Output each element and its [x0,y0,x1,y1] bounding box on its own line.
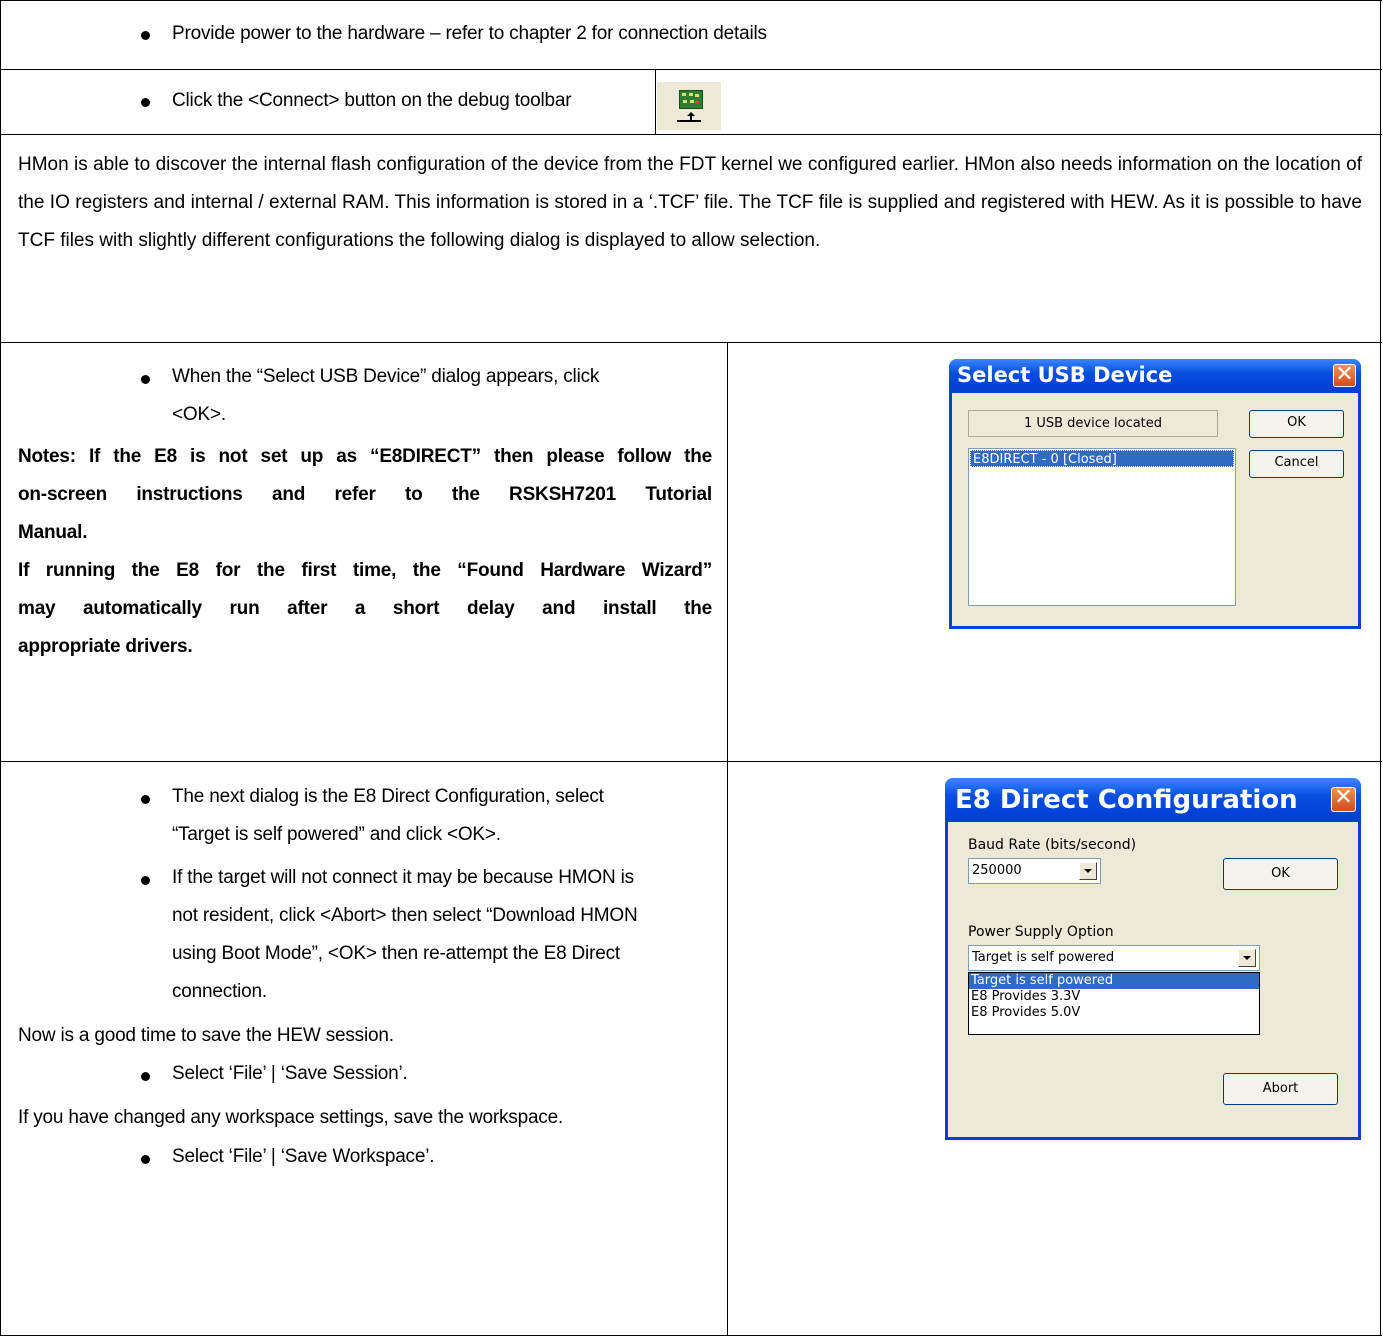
bullet [141,1072,150,1081]
connect-instruction: Click the <Connect> button on the debug … [172,90,572,111]
abort-step-line-4: connection. [172,981,267,1002]
save-session-text: Now is a good time to save the HEW sessi… [18,1025,394,1046]
chevron-down-icon[interactable] [1079,862,1097,880]
column-divider [727,342,728,1335]
arrow-up-icon [677,112,701,122]
bullet [141,98,150,107]
row-divider [1,69,1382,70]
close-icon: ✕ [1335,362,1354,387]
close-button[interactable]: ✕ [1333,362,1356,387]
power-supply-value: Target is self powered [972,950,1115,965]
option-item[interactable]: Target is self powered [969,973,1259,989]
abort-step-line-2: not resident, click <Abort> then select … [172,905,638,926]
note-line-4: If running the E8 for the first time, th… [18,560,712,581]
ok-button[interactable]: OK [1249,410,1344,438]
table-border-top [1,0,1382,1]
dialog-titlebar: Select USB Device ✕ [949,359,1361,393]
config-step-line-2: “Target is self powered” and click <OK>. [172,824,501,845]
power-supply-options[interactable]: Target is self powered E8 Provides 3.3V … [968,972,1260,1035]
usb-step-line-2: <OK>. [172,404,226,425]
dialog-title: E8 Direct Configuration [955,785,1298,815]
baud-rate-select[interactable]: 250000 [968,858,1101,884]
circuit-board-icon [679,90,703,109]
option-item[interactable]: E8 Provides 3.3V [969,989,1259,1005]
option-item[interactable]: E8 Provides 5.0V [969,1005,1259,1021]
select-usb-device-dialog: Select USB Device ✕ 1 USB device located… [949,359,1361,629]
dialog-title: Select USB Device [957,363,1173,387]
abort-button[interactable]: Abort [1223,1073,1338,1105]
save-workspace-step: Select ‘File’ | ‘Save Workspace’. [172,1146,435,1167]
config-step-line-1: The next dialog is the E8 Direct Configu… [172,786,604,807]
usb-step-line-1: When the “Select USB Device” dialog appe… [172,366,600,387]
bullet [141,375,150,384]
hmon-paragraph: HMon is able to discover the internal fl… [18,154,1362,251]
row-divider [1,134,1382,135]
ok-button[interactable]: OK [1223,858,1338,890]
note-line-1: Notes: If the E8 is not set up as “E8DIR… [18,446,712,467]
bullet [141,1155,150,1164]
cancel-button[interactable]: Cancel [1249,450,1344,478]
bullet [141,31,150,40]
usb-device-list[interactable]: E8DIRECT - 0 [Closed] [968,448,1236,606]
bullet [141,795,150,804]
baud-rate-value: 250000 [972,863,1022,878]
close-icon: ✕ [1334,785,1353,810]
power-supply-select[interactable]: Target is self powered [968,945,1260,971]
connect-board-icon[interactable] [656,81,721,130]
baud-rate-label: Baud Rate (bits/second) [968,837,1137,853]
note-line-3: Manual. [18,522,88,543]
note-line-2: on-screen instructions and refer to the … [18,484,712,505]
power-instruction: Provide power to the hardware – refer to… [172,23,767,44]
dialog-titlebar: E8 Direct Configuration ✕ [945,778,1361,822]
save-session-step: Select ‘File’ | ‘Save Session’. [172,1063,408,1084]
list-item[interactable]: E8DIRECT - 0 [Closed] [970,450,1234,467]
row-divider [1,342,1382,343]
close-button[interactable]: ✕ [1331,785,1356,812]
chevron-down-icon[interactable] [1238,949,1256,967]
e8-direct-configuration-dialog: E8 Direct Configuration ✕ Baud Rate (bit… [945,778,1361,1140]
bullet [141,876,150,885]
power-supply-label: Power Supply Option [968,924,1114,940]
abort-step-line-3: using Boot Mode”, <OK> then re-attempt t… [172,943,620,964]
note-line-5: may automatically run after a short dela… [18,598,712,619]
abort-step-line-1: If the target will not connect it may be… [172,867,634,888]
workspace-text: If you have changed any workspace settin… [18,1107,564,1128]
note-line-6: appropriate drivers. [18,636,193,657]
status-field: 1 USB device located [968,410,1218,437]
row-divider [1,761,1382,762]
